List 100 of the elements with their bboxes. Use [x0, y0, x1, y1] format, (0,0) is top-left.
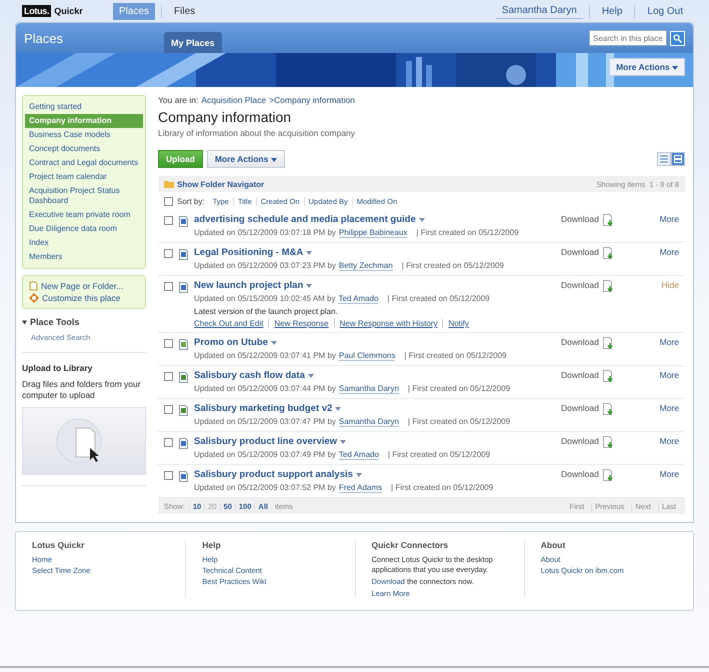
more-actions-button[interactable]: More Actions: [609, 58, 685, 76]
nav-item[interactable]: Business Case models: [25, 128, 143, 142]
author-link[interactable]: Philippe Babineaux: [338, 228, 408, 238]
author-link[interactable]: Samantha Daryn: [338, 417, 399, 427]
created-info: | First created on 05/12/2009: [408, 417, 510, 427]
doc-file-icon: [179, 216, 188, 227]
search-button[interactable]: [670, 30, 685, 46]
created-info: | First created on 05/12/2009: [402, 261, 504, 271]
details-toggle-link[interactable]: More: [657, 370, 679, 394]
download-icon[interactable]: [602, 337, 614, 350]
row-checkbox[interactable]: [164, 339, 173, 348]
nav-item[interactable]: Contract and Legal documents: [25, 156, 143, 170]
caret-icon: [270, 340, 277, 344]
document-title-link[interactable]: New launch project plan: [194, 280, 555, 291]
nav-item[interactable]: Executive team private room: [25, 208, 143, 222]
spreadsheet-file-icon: [179, 372, 188, 383]
download-link[interactable]: Download: [561, 247, 599, 257]
author-link[interactable]: Ted Amado: [338, 294, 378, 304]
top-tab[interactable]: Files: [168, 2, 202, 20]
document-action-link[interactable]: New Response: [268, 319, 334, 328]
document-title-link[interactable]: Salisbury product line overview: [194, 436, 555, 447]
nav-item[interactable]: Acquisition Project Status Dashboard: [25, 184, 143, 208]
more-actions-button[interactable]: More Actions: [206, 150, 285, 168]
show-folder-navigator-link[interactable]: Show Folder Navigator: [177, 180, 264, 188]
row-checkbox[interactable]: [164, 471, 173, 480]
created-info: | First created on 05/12/2009: [416, 228, 519, 238]
created-info: | First created on 05/12/2009: [391, 483, 494, 493]
caret-icon: [418, 218, 425, 222]
folder-icon: [164, 180, 174, 188]
download-icon[interactable]: [602, 469, 614, 482]
download-icon[interactable]: [602, 214, 614, 227]
my-places-tab[interactable]: My Places: [164, 32, 222, 53]
customize-icon: [29, 293, 39, 303]
details-toggle-link[interactable]: More: [657, 403, 679, 427]
author-link[interactable]: Fred Adams: [338, 483, 382, 493]
details-toggle-link[interactable]: More: [657, 337, 679, 361]
row-checkbox[interactable]: [164, 438, 173, 447]
details-toggle-link[interactable]: More: [657, 469, 679, 493]
download-link[interactable]: Download: [561, 436, 599, 446]
details-view-button[interactable]: [671, 152, 685, 166]
download-link[interactable]: Download: [561, 337, 599, 347]
nav-item[interactable]: Members: [25, 250, 143, 264]
updated-info: Updated on 05/12/2009 03:07:23 PM by: [194, 261, 336, 271]
details-toggle-link[interactable]: More: [657, 214, 679, 238]
download-link[interactable]: Download: [561, 403, 599, 413]
place-tools-toggle[interactable]: Place Tools: [22, 317, 146, 327]
nav-item[interactable]: Index: [25, 236, 143, 250]
breadcrumb-link[interactable]: Acquisition Place: [201, 95, 266, 105]
row-checkbox[interactable]: [164, 372, 173, 381]
doc-file-icon: [179, 471, 188, 482]
nav-item[interactable]: Project team calendar: [25, 170, 143, 184]
download-icon[interactable]: [602, 370, 614, 383]
author-link[interactable]: Paul Clemmons: [338, 351, 396, 361]
download-link[interactable]: Download: [561, 214, 599, 224]
new-page-icon: [29, 281, 38, 291]
place-action-link[interactable]: New Page or Folder...: [25, 280, 143, 292]
download-icon[interactable]: [602, 403, 614, 416]
header-title: Places: [24, 30, 64, 46]
document-action-link[interactable]: Check Out and Edit: [194, 319, 268, 328]
nav-item[interactable]: Concept documents: [25, 142, 143, 156]
document-action-link[interactable]: Notify: [442, 319, 474, 328]
caret-icon: [308, 374, 314, 378]
nav-item[interactable]: Due Diligence data room: [25, 222, 143, 236]
document-title-link[interactable]: Salisbury marketing budget v2: [194, 403, 555, 414]
document-action-link[interactable]: New Response with History: [334, 319, 442, 328]
caret-icon: [306, 284, 312, 288]
row-checkbox[interactable]: [164, 282, 173, 291]
updated-info: Updated on 05/12/2009 03:07:41 PM by: [194, 351, 336, 361]
header-link[interactable]: Help: [596, 4, 628, 18]
row-checkbox[interactable]: [164, 405, 173, 414]
document-title-link[interactable]: Legal Positioning - M&A: [194, 247, 555, 258]
details-toggle-link[interactable]: More: [657, 436, 679, 460]
place-action-link[interactable]: Customize this place: [25, 292, 143, 304]
nav-item[interactable]: Getting started: [25, 100, 143, 114]
details-toggle-link[interactable]: More: [657, 247, 679, 271]
document-title-link[interactable]: Salisbury product support analysis: [194, 469, 555, 480]
document-title-link[interactable]: advertising schedule and media placement guide: [194, 214, 555, 225]
download-link[interactable]: Download: [561, 280, 599, 290]
row-checkbox[interactable]: [164, 249, 173, 258]
download-icon[interactable]: [602, 436, 614, 449]
search-field[interactable]: Search in this place: [589, 30, 667, 46]
author-link[interactable]: Samantha Daryn: [338, 384, 399, 394]
select-all-checkbox[interactable]: [164, 196, 173, 206]
document-title-link[interactable]: Promo on Utube: [194, 337, 555, 348]
breadcrumb-link[interactable]: >Company information: [269, 95, 355, 105]
list-view-button[interactable]: [657, 152, 671, 166]
header-link[interactable]: Log Out: [641, 4, 689, 18]
download-link[interactable]: Download: [561, 469, 599, 479]
download-icon[interactable]: [602, 247, 614, 260]
author-link[interactable]: Betty Zechman: [338, 261, 393, 271]
download-icon[interactable]: [602, 280, 614, 293]
user-name-link[interactable]: Samantha Daryn: [496, 3, 583, 19]
footer-heading: Help: [202, 540, 222, 550]
download-link[interactable]: Download: [561, 370, 599, 380]
footer-heading: About: [540, 540, 566, 550]
row-checkbox[interactable]: [164, 216, 173, 225]
details-icon: [674, 155, 682, 163]
author-link[interactable]: Ted Amado: [338, 450, 379, 460]
document-title-link[interactable]: Salisbury cash flow data: [194, 370, 555, 381]
footer-heading: Lotus Quickr: [32, 540, 86, 550]
